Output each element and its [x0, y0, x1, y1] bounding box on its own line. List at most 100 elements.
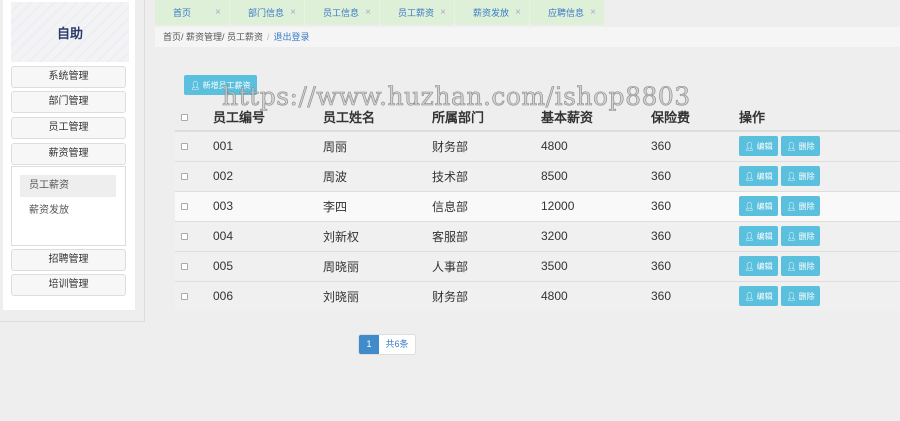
sidebar: 自助 系统管理 部门管理 员工管理 薪资管理 员工薪资 薪资发放 招聘管理 培训… [0, 0, 145, 322]
cell: 360 [651, 220, 739, 251]
cell: 信息部 [432, 190, 541, 221]
table-row: 001 周丽 财务部 4800 360 👤︎ 编辑 👤︎ 删除 [175, 130, 900, 161]
edit-label: 编辑 [756, 291, 773, 301]
tab-item[interactable]: 部门信息 × [230, 0, 305, 25]
actions-cell: 👤︎ 编辑 👤︎ 删除 [739, 160, 900, 191]
delete-button[interactable]: 👤︎ 删除 [781, 166, 820, 186]
row-checkbox[interactable] [181, 203, 188, 210]
menu-employee[interactable]: 员工管理 [11, 117, 126, 139]
cell: 005 [213, 250, 323, 281]
header-id: 员工编号 [213, 103, 323, 132]
row-checkbox[interactable] [181, 233, 188, 240]
menu-department[interactable]: 部门管理 [11, 91, 126, 113]
row-checkbox[interactable] [181, 293, 188, 301]
actions-cell: 👤︎ 编辑 👤︎ 删除 [739, 130, 900, 161]
cell: 客服部 [432, 220, 541, 251]
tab-item[interactable]: 薪资发放 × [455, 0, 530, 25]
user-icon: 👤︎ [190, 80, 201, 90]
user-icon: 👤︎ [786, 291, 797, 301]
user-icon: 👤︎ [786, 261, 797, 271]
edit-button[interactable]: 👤︎ 编辑 [739, 256, 778, 276]
tab-item[interactable]: 员工薪资 × [380, 0, 455, 25]
tab-bar: 首页 × 部门信息 × 员工信息 × 员工薪资 × 薪资发放 × 应聘信息 × [155, 0, 605, 25]
cell: 李四 [323, 190, 432, 221]
delete-label: 删除 [798, 141, 815, 151]
select-cell [175, 280, 213, 311]
cell: 3500 [541, 250, 651, 281]
salary-submenu: 员工薪资 薪资发放 [11, 166, 126, 246]
edit-button[interactable]: 👤︎ 编辑 [739, 196, 778, 216]
menu-recruit[interactable]: 招聘管理 [11, 249, 126, 271]
delete-label: 删除 [798, 231, 815, 241]
tab-label: 部门信息 [248, 8, 285, 18]
cell: 003 [213, 190, 323, 221]
submenu-employee-salary[interactable]: 员工薪资 [20, 175, 116, 197]
delete-button[interactable]: 👤︎ 删除 [781, 286, 820, 307]
logout-link[interactable]: 退出登录 [274, 32, 310, 42]
menu-salary[interactable]: 薪资管理 [11, 143, 126, 165]
cell: 财务部 [432, 280, 541, 311]
close-icon[interactable]: × [515, 7, 521, 18]
actions-cell: 👤︎ 编辑 👤︎ 删除 [739, 190, 900, 221]
user-icon: 👤︎ [744, 171, 755, 181]
add-salary-button[interactable]: 👤︎ 新增员工薪资 [184, 75, 257, 95]
select-cell [175, 220, 213, 251]
row-checkbox[interactable] [181, 263, 188, 270]
breadcrumb-separator: / [267, 32, 270, 42]
delete-button[interactable]: 👤︎ 删除 [781, 196, 820, 216]
close-icon[interactable]: × [365, 7, 371, 18]
row-checkbox[interactable] [181, 143, 188, 151]
edit-button[interactable]: 👤︎ 编辑 [739, 166, 778, 186]
close-icon[interactable]: × [590, 7, 596, 18]
cell: 002 [213, 160, 323, 191]
delete-button[interactable]: 👤︎ 删除 [781, 256, 820, 276]
edit-button[interactable]: 👤︎ 编辑 [739, 136, 778, 157]
menu-training[interactable]: 培训管理 [11, 274, 126, 296]
edit-label: 编辑 [756, 261, 773, 271]
logo: 自助 [11, 2, 129, 62]
total-count: 共6条 [379, 335, 415, 354]
delete-label: 删除 [798, 171, 815, 181]
cell: 004 [213, 220, 323, 251]
delete-label: 删除 [798, 201, 815, 211]
row-checkbox[interactable] [181, 173, 188, 180]
select-all-cell [175, 103, 213, 132]
edit-button[interactable]: 👤︎ 编辑 [739, 286, 778, 307]
cell: 12000 [541, 190, 651, 221]
cell: 周波 [323, 160, 432, 191]
table-header: 员工编号 员工姓名 所属部门 基本薪资 保险费 操作 [175, 103, 900, 132]
delete-button[interactable]: 👤︎ 删除 [781, 136, 820, 157]
tab-item[interactable]: 应聘信息 × [530, 0, 605, 25]
cell: 财务部 [432, 130, 541, 161]
tab-label: 员工信息 [323, 8, 360, 18]
tab-item[interactable]: 首页 × [155, 0, 230, 25]
close-icon[interactable]: × [290, 7, 296, 18]
tab-label: 首页 [173, 8, 192, 18]
cell: 001 [213, 130, 323, 161]
select-all-checkbox[interactable] [181, 114, 188, 121]
tab-item[interactable]: 员工信息 × [305, 0, 380, 25]
table-row: 003 李四 信息部 12000 360 👤︎ 编辑 👤︎ 删除 [175, 190, 900, 221]
select-cell [175, 130, 213, 161]
user-icon: 👤︎ [744, 291, 755, 301]
select-cell [175, 160, 213, 191]
select-cell [175, 250, 213, 281]
cell: 刘晓丽 [323, 280, 432, 311]
breadcrumb: 首页/ 薪资管理/ 员工薪资 / 退出登录 [155, 27, 900, 47]
add-button-label: 新增员工薪资 [202, 80, 251, 90]
header-insurance: 保险费 [651, 103, 739, 132]
submenu-salary-payment[interactable]: 薪资发放 [20, 200, 116, 222]
close-icon[interactable]: × [215, 7, 221, 18]
page-1-button[interactable]: 1 [359, 335, 379, 354]
header-department: 所属部门 [432, 103, 541, 132]
cell: 006 [213, 280, 323, 311]
delete-button[interactable]: 👤︎ 删除 [781, 226, 820, 246]
menu-system[interactable]: 系统管理 [11, 66, 126, 88]
cell: 技术部 [432, 160, 541, 191]
user-icon: 👤︎ [786, 231, 797, 241]
cell: 周丽 [323, 130, 432, 161]
close-icon[interactable]: × [440, 7, 446, 18]
logo-text: 自助 [56, 25, 83, 41]
actions-cell: 👤︎ 编辑 👤︎ 删除 [739, 250, 900, 281]
edit-button[interactable]: 👤︎ 编辑 [739, 226, 778, 246]
